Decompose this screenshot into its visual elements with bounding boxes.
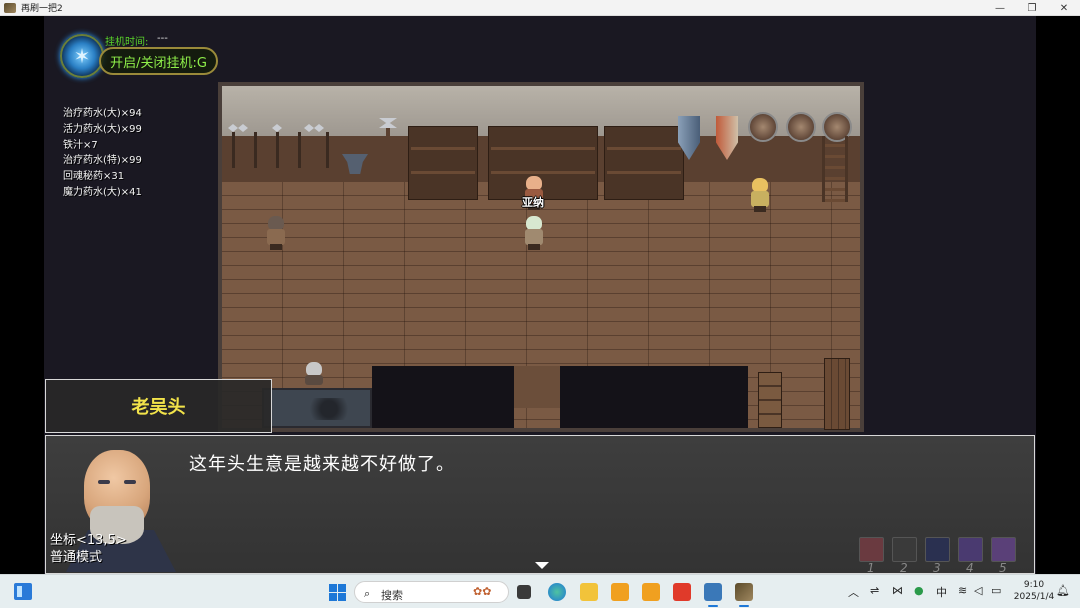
volume-icon[interactable]: ◁ xyxy=(974,584,982,597)
inventory-item: 铁汁×7 xyxy=(63,139,98,151)
tray-overflow-icon[interactable]: ︿ xyxy=(848,584,859,600)
game-taskbar-icon[interactable] xyxy=(735,583,753,607)
edge-browser-icon[interactable] xyxy=(548,583,566,601)
shop-counter xyxy=(262,388,372,428)
mode-label: 普通模式 xyxy=(50,550,103,565)
window-titlebar: 再刷一把2 — ❐ ✕ xyxy=(0,0,1080,16)
notification-bell-icon[interactable]: 🔔︎ xyxy=(1056,584,1070,597)
round-shield-icon xyxy=(748,112,778,142)
coords-label: 坐标<13,5> xyxy=(50,533,127,548)
skill-bar: 1 2 3 4 5 xyxy=(859,537,1016,574)
pillar xyxy=(514,366,560,408)
tray-mail-icon[interactable]: ⋈ xyxy=(892,584,903,597)
continue-arrow-icon[interactable] xyxy=(535,562,549,569)
app-flame-icon[interactable] xyxy=(611,583,629,601)
search-placeholder: 搜索 xyxy=(381,589,403,602)
floor-gap xyxy=(372,366,514,428)
skill-slot-number: 5 xyxy=(999,561,1007,574)
file-explorer-icon[interactable] xyxy=(580,583,598,601)
speaker-namebox: 老吴头 xyxy=(45,379,272,433)
wifi-icon[interactable]: ≋ xyxy=(958,584,967,597)
inventory-item: 活力药水(大)×99 xyxy=(63,123,142,135)
afk-toggle-label: 开启/关闭挂机:G xyxy=(110,55,207,71)
close-button[interactable]: ✕ xyxy=(1048,0,1080,16)
npc-name-label: 亚纳 xyxy=(522,196,544,209)
door[interactable] xyxy=(824,358,850,430)
afk-toggle-button[interactable]: 开启/关闭挂机:G xyxy=(99,47,218,75)
shelf xyxy=(604,126,684,200)
system-clock[interactable]: 9:10 2025/1/4 xyxy=(1012,579,1056,603)
start-button[interactable] xyxy=(329,584,346,601)
axe-icon xyxy=(386,118,390,158)
floor-gap xyxy=(560,366,748,428)
game-app-icon xyxy=(4,2,16,13)
window-controls: — ❐ ✕ xyxy=(984,0,1080,16)
clock-date: 2025/1/4 xyxy=(1013,592,1055,602)
tray-app-icon[interactable]: ⇌ xyxy=(870,584,879,597)
npc-old-wu[interactable] xyxy=(302,362,326,388)
letterbox-left xyxy=(0,16,44,574)
inventory-list: 治疗药水(大)×94 活力药水(大)×99 铁汁×7 治疗药水(特)×99 回魂… xyxy=(63,106,142,201)
player-character[interactable] xyxy=(522,216,546,250)
skill-slot-number: 1 xyxy=(867,561,875,574)
task-view-icon[interactable] xyxy=(517,585,531,599)
npc-blonde-girl[interactable] xyxy=(748,178,772,212)
afk-time-value: --- xyxy=(157,33,168,44)
maximize-button[interactable]: ❐ xyxy=(1016,0,1048,16)
search-highlight-icon: ✿✿ xyxy=(473,585,492,598)
minimize-button[interactable]: — xyxy=(984,0,1016,16)
ime-indicator[interactable]: 中 xyxy=(936,584,947,600)
shop-room: 亚纳 xyxy=(218,82,864,432)
round-shield-icon xyxy=(786,112,816,142)
coords-readout: 坐标<13,5> 普通模式 xyxy=(50,532,127,566)
app-flame2-icon[interactable] xyxy=(642,583,660,601)
inventory-item: 治疗药水(特)×99 xyxy=(63,155,142,167)
search-icon: ⌕ xyxy=(364,587,371,600)
inventory-item: 治疗药水(大)×94 xyxy=(63,108,142,119)
afk-orb-icon[interactable] xyxy=(60,34,104,78)
inventory-item: 回魂秘药×31 xyxy=(63,171,125,183)
wps-office-icon[interactable] xyxy=(673,583,691,601)
skill-slot-5[interactable]: 5 xyxy=(991,537,1016,574)
inventory-item: 魔力药水(大)×41 xyxy=(63,186,142,198)
shelf xyxy=(408,126,478,200)
skill-slot-2[interactable]: 2 xyxy=(892,537,917,574)
speaker-name: 老吴头 xyxy=(131,397,186,418)
game-viewport[interactable]: 挂机时间: --- 开启/关闭挂机:G 治疗药水(大)×94 活力药水(大)×9… xyxy=(44,16,1036,574)
skill-slot-number: 4 xyxy=(966,561,974,574)
skill-slot-3[interactable]: 3 xyxy=(925,537,950,574)
clock-time: 9:10 xyxy=(1023,580,1045,590)
tray-shield-icon[interactable]: ● xyxy=(914,584,924,597)
letterbox-right xyxy=(1036,16,1080,574)
crates xyxy=(758,372,782,428)
battery-icon[interactable]: ▭ xyxy=(991,584,1001,597)
npc-villager[interactable] xyxy=(264,216,288,250)
widgets-icon[interactable] xyxy=(14,583,32,600)
app-window-icon[interactable] xyxy=(704,583,722,607)
os-taskbar: ⌕ 搜索 ✿✿ ︿ ⇌ ⋈ ● 中 ≋ ◁ ▭ 9:10 2025/1/4 🔔︎ xyxy=(0,574,1080,608)
window-title: 再刷一把2 xyxy=(21,4,63,14)
skill-slot-number: 3 xyxy=(933,561,941,574)
afk-time-label: 挂机时间: xyxy=(105,37,149,48)
weapon-rack xyxy=(226,122,336,168)
skill-slot-number: 2 xyxy=(900,561,908,574)
skill-slot-1[interactable]: 1 xyxy=(859,537,884,574)
ladder xyxy=(822,136,848,202)
dialog-box[interactable]: 这年头生意是越来越不好做了。 坐标<13,5> 普通模式 1 2 3 4 5 xyxy=(45,435,1035,574)
taskbar-search[interactable]: ⌕ 搜索 ✿✿ xyxy=(354,581,509,603)
skill-slot-4[interactable]: 4 xyxy=(958,537,983,574)
dialog-text: 这年头生意是越来越不好做了。 xyxy=(189,454,455,475)
